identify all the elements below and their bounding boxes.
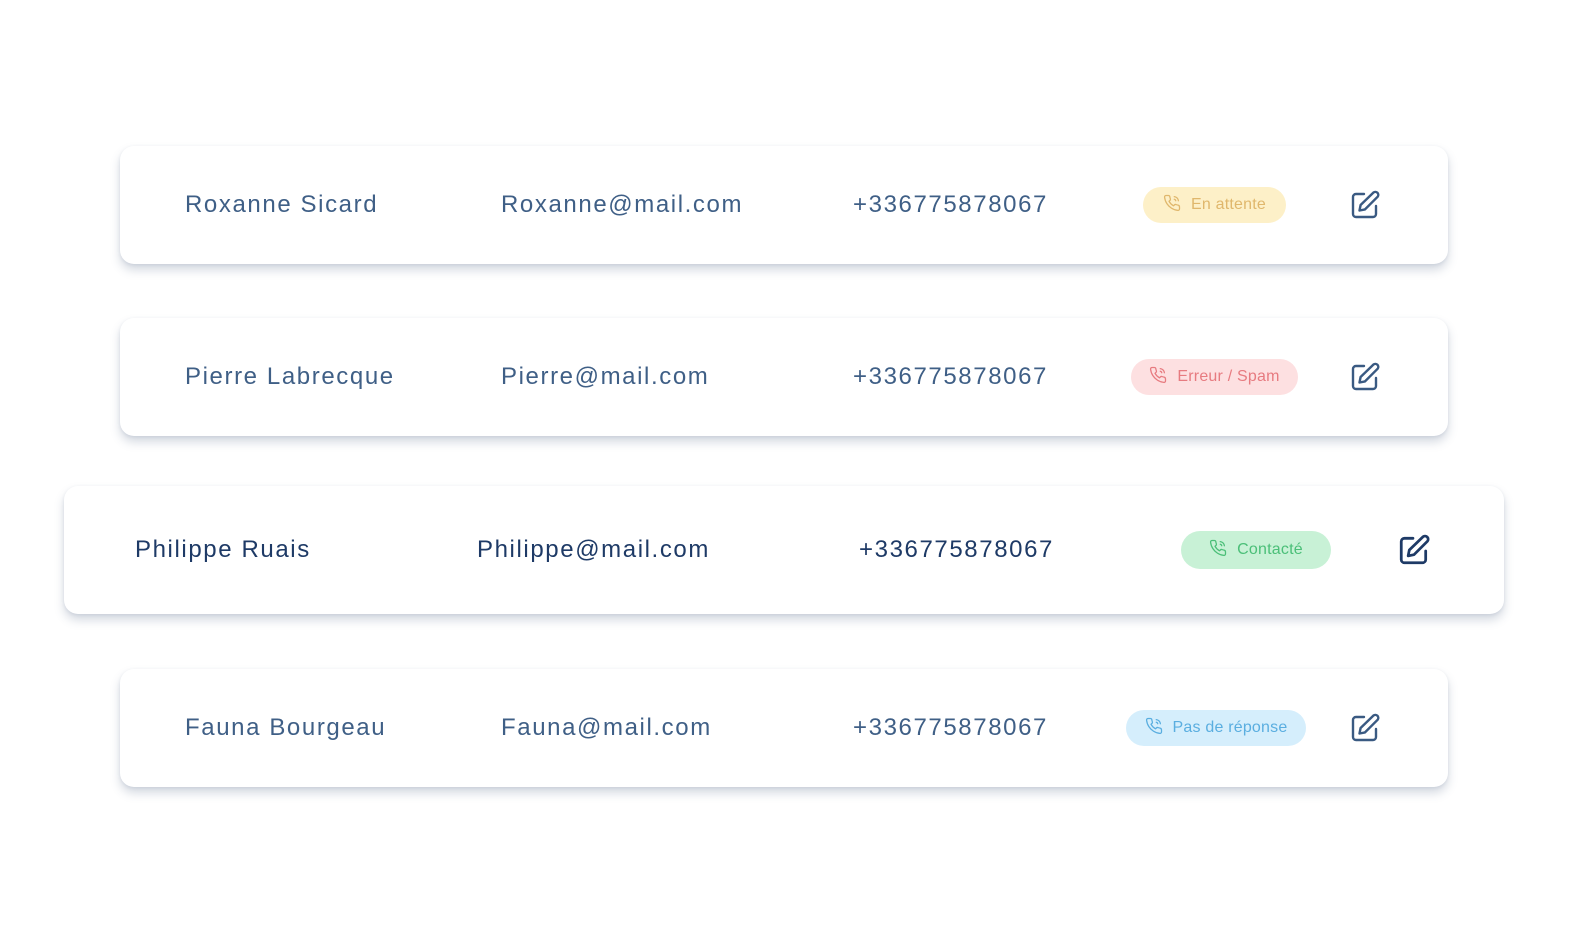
contact-name: Philippe Ruais [135, 536, 311, 563]
phone-icon [1145, 717, 1163, 740]
status-badge[interactable]: Contacté [1181, 531, 1331, 569]
contact-email[interactable]: Pierre@mail.com [501, 363, 709, 391]
phone-icon [1163, 194, 1181, 217]
contact-email[interactable]: Roxanne@mail.com [501, 191, 743, 219]
edit-icon [1349, 712, 1381, 744]
phone-icon [1209, 539, 1227, 562]
contact-row[interactable]: Pierre Labrecque Pierre@mail.com +336775… [120, 318, 1448, 436]
status-badge[interactable]: En attente [1143, 187, 1286, 223]
contact-name: Pierre Labrecque [185, 363, 395, 390]
edit-button[interactable] [1349, 189, 1381, 221]
edit-icon [1349, 361, 1381, 393]
contact-row[interactable]: Roxanne Sicard Roxanne@mail.com +3367758… [120, 146, 1448, 264]
contact-row[interactable]: Fauna Bourgeau Fauna@mail.com +336775878… [120, 669, 1448, 787]
status-label: Contacté [1237, 541, 1303, 558]
status-label: En attente [1191, 196, 1266, 213]
status-badge[interactable]: Erreur / Spam [1131, 359, 1298, 395]
status-label: Pas de réponse [1172, 719, 1288, 736]
status-label: Erreur / Spam [1177, 368, 1280, 385]
contact-phone[interactable]: +336775878067 [859, 536, 1054, 564]
edit-icon [1397, 533, 1431, 567]
edit-icon [1349, 189, 1381, 221]
contact-name: Fauna Bourgeau [185, 714, 387, 741]
contact-email[interactable]: Philippe@mail.com [477, 536, 710, 564]
contact-row-active[interactable]: Philippe Ruais Philippe@mail.com +336775… [64, 486, 1504, 614]
contact-email[interactable]: Fauna@mail.com [501, 714, 712, 742]
edit-button[interactable] [1349, 712, 1381, 744]
contact-name: Roxanne Sicard [185, 191, 379, 218]
status-badge[interactable]: Pas de réponse [1126, 710, 1306, 746]
phone-icon [1149, 366, 1167, 389]
edit-button[interactable] [1397, 533, 1431, 567]
contact-phone[interactable]: +336775878067 [853, 363, 1048, 391]
contact-phone[interactable]: +336775878067 [853, 191, 1048, 219]
contact-phone[interactable]: +336775878067 [853, 714, 1048, 742]
edit-button[interactable] [1349, 361, 1381, 393]
